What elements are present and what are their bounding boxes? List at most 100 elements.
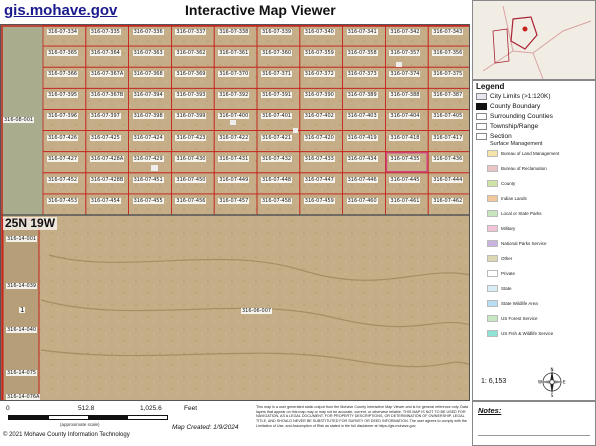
parcel-label: 316-07-367A: [89, 71, 125, 78]
location-marker-icon: [522, 26, 528, 32]
parcel-label: 316-07-462: [432, 197, 464, 204]
strip-parcel-label: 316-14-039: [6, 283, 38, 289]
small-parcel-mark: 1: [19, 306, 26, 314]
surface-label: Bureau of Reclamation: [501, 166, 547, 171]
page-title: Interactive Map Viewer: [185, 2, 336, 18]
parcel-label: 316-07-387: [432, 92, 464, 99]
parcel-label: 316-07-366: [47, 71, 79, 78]
parcel-label: 316-07-373: [346, 71, 378, 78]
scale-note: (approximate scale): [60, 422, 100, 427]
parcel-label: 316-07-458: [261, 197, 293, 204]
parcel-label: 316-07-444: [432, 176, 464, 183]
parcel-label: 316-07-417: [432, 134, 464, 141]
svg-text:N: N: [551, 367, 554, 372]
surface-label: State: [501, 286, 512, 291]
footer: 0 512.8 1,025.6 Feet (approximate scale)…: [0, 401, 470, 446]
parcel-label: 316-07-457: [218, 197, 250, 204]
notes-box: Notes:: [472, 401, 596, 446]
strip-parcel-label: 316-14-075: [6, 370, 38, 376]
svg-text:E: E: [563, 380, 566, 385]
structure: [293, 128, 298, 133]
scale-ratio: 1: 6,153: [481, 378, 507, 385]
township-label: 25N 19W: [3, 216, 58, 230]
parcel-label: 316-07-372: [303, 71, 335, 78]
svg-text:W: W: [538, 380, 542, 385]
parcel-label: 316-07-436: [432, 155, 464, 162]
parcel-label: 316-07-375: [432, 71, 464, 78]
parcel-label: 316-07-398: [132, 113, 164, 120]
legend-label: Section: [490, 133, 512, 140]
surface-item: State: [487, 284, 512, 293]
surface-label: Military: [501, 226, 516, 231]
surface-item: US Fish & Wildlife Service: [487, 329, 553, 338]
parcel-label: 316-07-396: [47, 113, 79, 120]
parcel-label: 316-07-450: [175, 176, 207, 183]
legend-label: Township/Range: [490, 123, 539, 130]
legend-swatch: [476, 113, 487, 120]
legend-label: City Limits (>1:120K): [490, 93, 551, 100]
surface-swatch: [487, 330, 498, 337]
parcel-label: 316-07-357: [389, 50, 421, 57]
parcel-label: 316-07-422: [218, 134, 250, 141]
surface-item: Other: [487, 254, 512, 263]
surface-swatch: [487, 315, 498, 322]
legend-label: Surrounding Counties: [490, 113, 553, 120]
parcel-label: 316-07-364: [89, 50, 121, 57]
parcel-label: 316-07-402: [303, 113, 335, 120]
parcel-label: 316-07-432: [261, 155, 293, 162]
parcel-label: 316-07-426: [47, 134, 79, 141]
parcel-label: 316-07-449: [218, 176, 250, 183]
parcel-label: 316-07-371: [261, 71, 293, 78]
surface-label: County: [501, 181, 516, 186]
map-view[interactable]: 316-07-334 316-07-335 316-07-336 316-07-337…: [0, 24, 470, 401]
map-created-date: Map Created: 1/9/2024: [172, 424, 239, 431]
parcel-label: 316-07-448: [261, 176, 293, 183]
parcel-label: 316-07-339: [261, 29, 293, 35]
surface-swatch: [487, 195, 498, 202]
legend-swatch: [476, 123, 487, 130]
surface-item: Indian Lands: [487, 194, 527, 203]
legend-label: County Boundary: [490, 103, 541, 110]
parcel-label: 316-07-342: [389, 29, 421, 35]
parcel-label: 316-07-392: [218, 92, 250, 99]
copyright: © 2021 Mohave County Information Technol…: [3, 432, 130, 438]
svg-text:S: S: [551, 393, 554, 397]
parcel-label: 316-07-456: [175, 197, 207, 204]
surface-item: Military: [487, 224, 515, 233]
parcel-label: 316-07-361: [218, 50, 250, 57]
surface-item: US Forest Service: [487, 314, 538, 323]
surface-label: State Wildlife Area: [501, 301, 538, 306]
scale-bar-labels: 0 512.8 1,025.6 Feet: [0, 405, 260, 415]
parcel-label: 316-07-365: [47, 50, 79, 57]
surface-label: US Fish & Wildlife Service: [501, 331, 554, 336]
site-link[interactable]: gis.mohave.gov: [4, 2, 117, 19]
big-parcel-label: 316-06-007: [241, 308, 273, 314]
scale-bar: [8, 415, 168, 420]
parcel-label: 316-07-363: [132, 50, 164, 57]
parcel-label: 316-07-370: [218, 71, 250, 78]
parcel-label: 316-07-358: [346, 50, 378, 57]
header: gis.mohave.gov Interactive Map Viewer: [0, 0, 470, 24]
parcel-label: 316-07-445: [389, 176, 421, 183]
legend-item: County Boundary: [476, 102, 540, 111]
strip-parcel-label: 316-14-040: [6, 327, 38, 333]
parcel-label: 316-07-343: [432, 29, 464, 35]
parcel-label: 316-07-420: [303, 134, 335, 141]
surface-swatch: [487, 165, 498, 172]
parcel-label: 316-07-399: [175, 113, 207, 120]
legend-swatch: [476, 133, 487, 140]
parcel-label: 316-07-397: [89, 113, 121, 120]
legend-item: Section: [476, 132, 512, 141]
structure: [230, 120, 236, 125]
parcel-label: 316-07-430: [175, 155, 207, 162]
surface-label: Private: [501, 271, 516, 276]
surface-item: Private: [487, 269, 515, 278]
parcel-label: 316-07-461: [389, 197, 421, 204]
parcel-label: 316-07-362: [175, 50, 207, 57]
parcel-label: 316-07-428B: [89, 176, 125, 183]
parcel-label: 316-07-394: [132, 92, 164, 99]
parcel-label: 316-07-360: [261, 50, 293, 57]
parcel-label: 316-07-337: [175, 29, 207, 35]
parcel-label: 316-07-423: [175, 134, 207, 141]
legend-swatch: [476, 103, 487, 110]
